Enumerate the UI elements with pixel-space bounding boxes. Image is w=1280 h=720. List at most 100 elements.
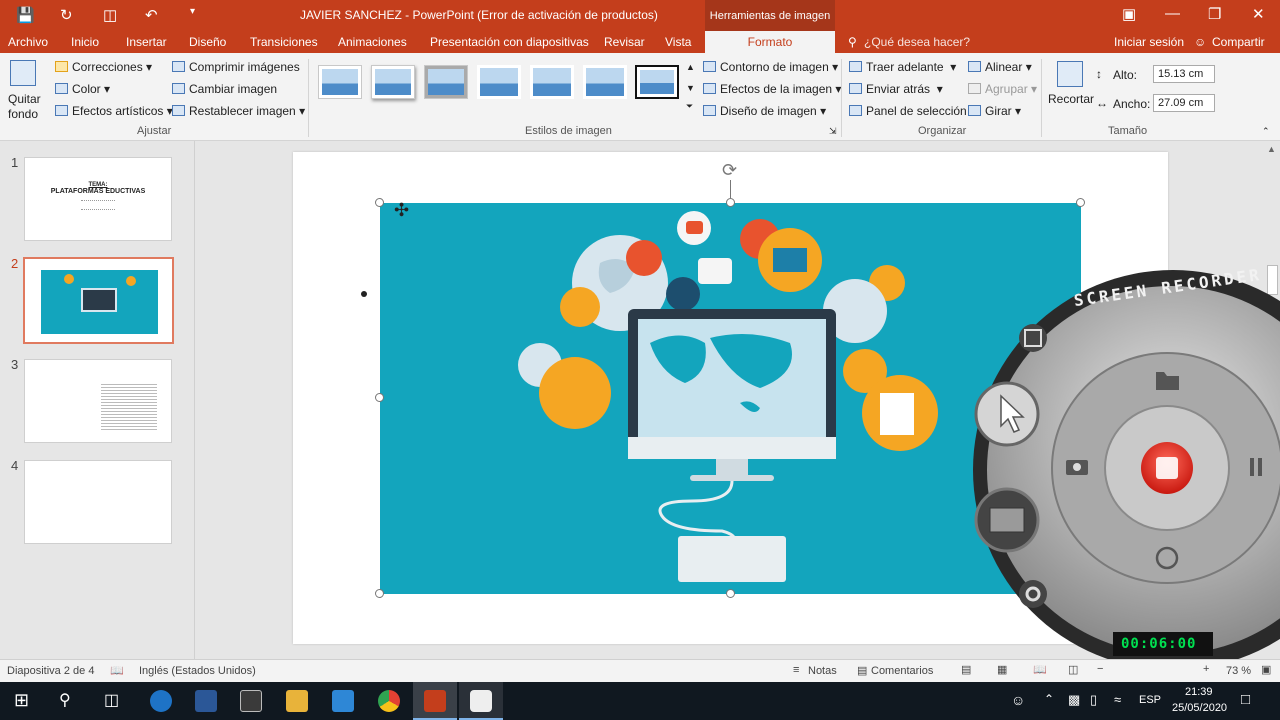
remove-background-label-1[interactable]: Quitar [8, 92, 41, 106]
color-button[interactable]: Color ▾ [55, 82, 110, 96]
picture-border-button[interactable]: Contorno de imagen ▾ [703, 60, 838, 74]
people-icon[interactable]: ☺ [1011, 692, 1025, 708]
minimize-icon[interactable]: — [1165, 5, 1180, 22]
slideshow-icon[interactable]: ◫ [1068, 663, 1078, 676]
picture-effects-button[interactable]: Efectos de la imagen ▾ [703, 82, 841, 96]
selection-pane-button[interactable]: Panel de selección [849, 104, 967, 118]
tab-inicio[interactable]: Inicio [71, 35, 99, 49]
collapse-ribbon-icon[interactable]: ⌃ [1262, 126, 1270, 137]
maximize-icon[interactable]: ❐ [1208, 5, 1221, 23]
compress-pictures-button[interactable]: Comprimir imágenes [172, 60, 300, 74]
tab-insertar[interactable]: Insertar [126, 35, 167, 49]
picture-style-6[interactable] [583, 65, 627, 99]
width-field[interactable]: 27.09 cm [1153, 94, 1215, 112]
close-icon[interactable]: ✕ [1252, 5, 1265, 23]
language-indicator[interactable]: Inglés (Estados Unidos) [139, 665, 256, 677]
zoom-level[interactable]: 73 % [1226, 665, 1251, 677]
powerpoint-icon[interactable] [424, 690, 446, 712]
dialog-launcher-icon[interactable]: ⇲ [829, 126, 837, 137]
zoom-in-icon[interactable]: + [1203, 663, 1209, 675]
rotate-handle-icon[interactable]: ⟳ [722, 160, 737, 181]
gallery-more-icon[interactable]: ⏷ [686, 101, 693, 112]
tab-diseno[interactable]: Diseño [189, 35, 226, 49]
gallery-up-icon[interactable]: ▲ [686, 62, 695, 72]
tab-archivo[interactable]: Archivo [8, 35, 48, 49]
normal-view-icon[interactable]: ▤ [961, 663, 971, 676]
resize-handle-top-left[interactable] [375, 198, 384, 207]
artistic-effects-button[interactable]: Efectos artísticos ▾ [55, 104, 173, 118]
scroll-up-icon[interactable]: ▲ [1267, 144, 1276, 154]
tell-me-search[interactable]: ¿Qué desea hacer? [864, 35, 970, 49]
tab-vista[interactable]: Vista [665, 35, 691, 49]
send-backward-button[interactable]: Enviar atrás ▾ [849, 82, 943, 96]
height-field[interactable]: 15.13 cm [1153, 65, 1215, 83]
tab-presentacion[interactable]: Presentación con diapositivas [430, 35, 589, 49]
picture-layout-button[interactable]: Diseño de imagen ▾ [703, 104, 826, 118]
picture-style-7[interactable] [635, 65, 679, 99]
settings-button [1019, 580, 1047, 608]
save-icon[interactable]: 💾 [16, 6, 35, 24]
change-picture-icon [172, 83, 185, 94]
slide-sorter-icon[interactable]: ▦ [997, 663, 1007, 676]
clock-date[interactable]: 25/05/2020 [1172, 702, 1227, 714]
align-button[interactable]: Alinear ▾ [968, 60, 1032, 74]
picture-style-1[interactable] [318, 65, 362, 99]
bring-forward-button[interactable]: Traer adelante ▾ [849, 60, 956, 74]
zoom-out-icon[interactable]: − [1097, 663, 1103, 675]
corrections-button[interactable]: Correcciones ▾ [55, 60, 152, 74]
chrome-icon[interactable] [378, 690, 400, 712]
comments-button[interactable]: Comentarios [871, 665, 933, 677]
customize-toolbar-icon[interactable]: ▾ [190, 6, 195, 17]
store-icon[interactable] [240, 690, 262, 712]
picture-style-5[interactable] [530, 65, 574, 99]
show-hidden-icons[interactable]: ⌃ [1044, 692, 1054, 706]
task-view-icon[interactable]: ◫ [104, 690, 119, 710]
windows-start-icon[interactable]: ⊞ [14, 690, 29, 711]
group-button[interactable]: Agrupar ▾ [968, 82, 1037, 96]
tab-revisar[interactable]: Revisar [604, 35, 645, 49]
tab-formato[interactable]: Formato [705, 31, 835, 54]
slide-thumbnail-3[interactable] [24, 359, 172, 443]
presentation-icon[interactable]: ◫ [103, 6, 117, 24]
undo-icon[interactable]: ↶ [145, 6, 158, 24]
repeat-icon[interactable]: ↻ [60, 6, 73, 24]
slide-thumbnail-2[interactable] [23, 257, 174, 344]
gallery-down-icon[interactable]: ▼ [686, 83, 695, 93]
notifications-icon[interactable]: □ [1241, 691, 1250, 708]
resize-handle-bottom-left[interactable] [375, 589, 384, 598]
battery-icon[interactable]: ▯ [1090, 692, 1097, 708]
slide-thumbnail-1[interactable]: TEMA: PLATAFORMAS EDUCTIVAS [24, 157, 172, 241]
resize-handle-top[interactable] [726, 198, 735, 207]
reading-view-icon[interactable]: 📖 [1033, 663, 1047, 676]
reset-picture-button[interactable]: Restablecer imagen ▾ [172, 104, 305, 118]
picture-style-3[interactable] [424, 65, 468, 99]
input-language[interactable]: ESP [1139, 694, 1161, 706]
screen-recorder-app-icon[interactable] [470, 690, 492, 712]
signin-link[interactable]: Iniciar sesión [1114, 35, 1184, 49]
change-picture-button[interactable]: Cambiar imagen [172, 82, 277, 96]
spelling-icon[interactable]: 📖 [110, 664, 124, 677]
crop-button[interactable]: Recortar [1048, 92, 1094, 106]
share-button[interactable]: Compartir [1212, 35, 1265, 49]
word-icon[interactable] [195, 690, 217, 712]
fit-slide-icon[interactable]: ▣ [1261, 663, 1271, 676]
notes-button[interactable]: Notas [808, 665, 837, 677]
tab-transiciones[interactable]: Transiciones [250, 35, 318, 49]
picture-style-4[interactable] [477, 65, 521, 99]
rotate-button[interactable]: Girar ▾ [968, 104, 1021, 118]
mail-icon[interactable] [332, 690, 354, 712]
picture-style-2[interactable] [371, 65, 415, 99]
edge-icon[interactable] [150, 690, 172, 712]
search-icon[interactable]: ⚲ [59, 690, 71, 710]
tray-app-icon[interactable]: ▩ [1068, 692, 1080, 708]
remove-background-label-2[interactable]: fondo [8, 107, 38, 121]
file-explorer-icon[interactable] [286, 690, 308, 712]
tab-animaciones[interactable]: Animaciones [338, 35, 407, 49]
ribbon-display-icon[interactable]: ▣ [1122, 5, 1136, 23]
clock-time[interactable]: 21:39 [1185, 686, 1213, 698]
resize-handle-top-right[interactable] [1076, 198, 1085, 207]
resize-handle-bottom[interactable] [726, 589, 735, 598]
wifi-icon[interactable]: ≈ [1114, 692, 1121, 707]
resize-handle-left[interactable] [375, 393, 384, 402]
slide-thumbnail-4[interactable] [24, 460, 172, 544]
